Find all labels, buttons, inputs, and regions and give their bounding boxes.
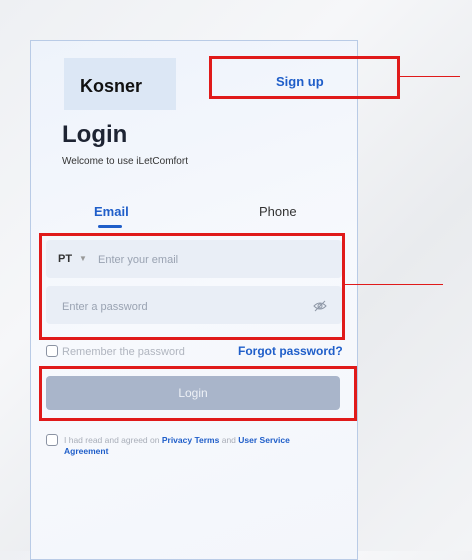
remember-label: Remember the password (62, 346, 185, 358)
privacy-terms-link[interactable]: Privacy Terms (162, 435, 220, 445)
active-tab-indicator (98, 225, 122, 228)
login-highlight-box (39, 366, 357, 421)
forgot-password-link[interactable]: Forgot password? (238, 344, 343, 358)
agreement-checkbox[interactable] (46, 434, 58, 446)
agreement-text: I had read and agreed on Privacy Terms a… (64, 435, 334, 457)
agreement-prefix: I had read and agreed on (64, 435, 160, 445)
remember-checkbox[interactable] (46, 345, 58, 357)
signup-leader-line (400, 76, 460, 77)
credentials-highlight-box (39, 233, 345, 340)
tab-phone[interactable]: Phone (259, 204, 297, 219)
credentials-leader-line (345, 284, 443, 285)
page-title: Login (62, 121, 128, 148)
agreement-and: and (221, 435, 236, 445)
brand-name: Kosner (80, 76, 143, 96)
welcome-text: Welcome to use iLetComfort (62, 156, 188, 167)
tab-email[interactable]: Email (94, 204, 129, 219)
signup-highlight-box (209, 56, 400, 99)
